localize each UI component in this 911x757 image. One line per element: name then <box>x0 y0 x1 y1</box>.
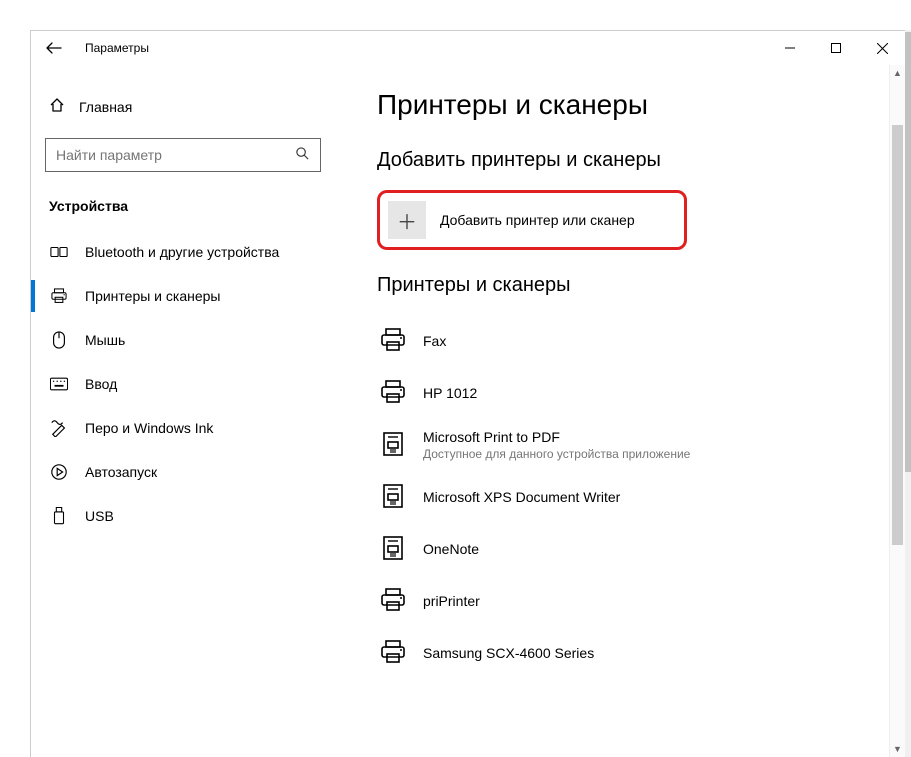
printer-icon <box>379 586 407 617</box>
printer-item[interactable]: Microsoft XPS Document Writer <box>377 471 885 523</box>
printer-name: Microsoft XPS Document Writer <box>423 489 620 505</box>
sidebar: Главная Устройства Bluetooth и другие ус… <box>31 65 353 757</box>
search-input[interactable] <box>45 138 321 172</box>
sidebar-section-label: Устройства <box>45 192 343 230</box>
printer-item[interactable]: Fax <box>377 315 885 367</box>
printer-item[interactable]: Samsung SCX-4600 Series <box>377 627 885 679</box>
window-title: Параметры <box>85 41 149 55</box>
page-scrollbar[interactable] <box>905 30 911 757</box>
mouse-icon <box>49 331 69 349</box>
sidebar-item-label: Принтеры и сканеры <box>85 288 220 304</box>
printer-item[interactable]: HP 1012 <box>377 367 885 419</box>
printer-item[interactable]: priPrinter <box>377 575 885 627</box>
page-title: Принтеры и сканеры <box>377 89 885 121</box>
sidebar-item-bluetooth[interactable]: Bluetooth и другие устройства <box>45 230 343 274</box>
sidebar-item-label: Ввод <box>85 376 117 392</box>
usb-icon <box>49 507 69 525</box>
home-icon <box>49 97 65 116</box>
maximize-button[interactable] <box>813 31 859 65</box>
sidebar-item-usb[interactable]: USB <box>45 494 343 538</box>
printer-icon <box>49 287 69 305</box>
search-field[interactable] <box>56 147 295 163</box>
sidebar-item-mouse[interactable]: Мышь <box>45 318 343 362</box>
add-section-heading: Добавить принтеры и сканеры <box>377 149 885 172</box>
printer-list: Fax HP 1012 Microsoft Print to PDF Доступно… <box>377 315 885 679</box>
scroll-thumb[interactable] <box>892 125 903 545</box>
printer-name: Microsoft Print to PDF <box>423 429 690 445</box>
printer-name: Fax <box>423 333 446 349</box>
home-link[interactable]: Главная <box>45 89 343 124</box>
back-button[interactable] <box>45 39 63 57</box>
scroll-up-icon[interactable]: ▲ <box>890 65 905 81</box>
sidebar-item-pen[interactable]: Перо и Windows Ink <box>45 406 343 450</box>
main-scrollbar[interactable]: ▲ ▼ <box>889 65 905 757</box>
minimize-button[interactable] <box>767 31 813 65</box>
document-printer-icon <box>379 482 407 513</box>
printer-icon <box>379 326 407 357</box>
printer-name: OneNote <box>423 541 479 557</box>
keyboard-icon <box>49 377 69 391</box>
sidebar-item-printers[interactable]: Принтеры и сканеры <box>45 274 343 318</box>
close-button[interactable] <box>859 31 905 65</box>
pen-icon <box>49 419 69 437</box>
settings-window: Параметры Главная <box>30 30 905 757</box>
scroll-down-icon[interactable]: ▼ <box>890 741 905 757</box>
main-panel: Принтеры и сканеры Добавить принтеры и с… <box>353 65 905 757</box>
titlebar: Параметры <box>31 31 905 65</box>
content-pane: Главная Устройства Bluetooth и другие ус… <box>31 65 905 757</box>
sidebar-item-keyboard[interactable]: Ввод <box>45 362 343 406</box>
sidebar-item-label: Автозапуск <box>85 464 157 480</box>
sidebar-item-label: USB <box>85 508 114 524</box>
window-controls <box>767 31 905 65</box>
printer-name: Samsung SCX-4600 Series <box>423 645 594 661</box>
sidebar-item-label: Мышь <box>85 332 125 348</box>
printer-icon <box>379 638 407 669</box>
add-printer-button[interactable]: ＋ Добавить принтер или сканер <box>377 190 687 250</box>
autoplay-icon <box>49 463 69 481</box>
sidebar-item-label: Bluetooth и другие устройства <box>85 244 279 260</box>
plus-icon: ＋ <box>388 201 426 239</box>
add-printer-label: Добавить принтер или сканер <box>440 212 635 228</box>
printer-name: priPrinter <box>423 593 480 609</box>
bluetooth-icon <box>49 243 69 261</box>
home-label: Главная <box>79 99 132 115</box>
sidebar-item-label: Перо и Windows Ink <box>85 420 213 436</box>
printer-name: HP 1012 <box>423 385 477 401</box>
search-icon <box>295 146 310 164</box>
document-printer-icon <box>379 430 407 461</box>
printer-subtext: Доступное для данного устройства приложе… <box>423 447 690 461</box>
sidebar-item-autoplay[interactable]: Автозапуск <box>45 450 343 494</box>
printer-item[interactable]: OneNote <box>377 523 885 575</box>
printers-list-heading: Принтеры и сканеры <box>377 274 885 297</box>
printer-item[interactable]: Microsoft Print to PDF Доступное для данн… <box>377 419 885 471</box>
document-printer-icon <box>379 534 407 565</box>
printer-icon <box>379 378 407 409</box>
